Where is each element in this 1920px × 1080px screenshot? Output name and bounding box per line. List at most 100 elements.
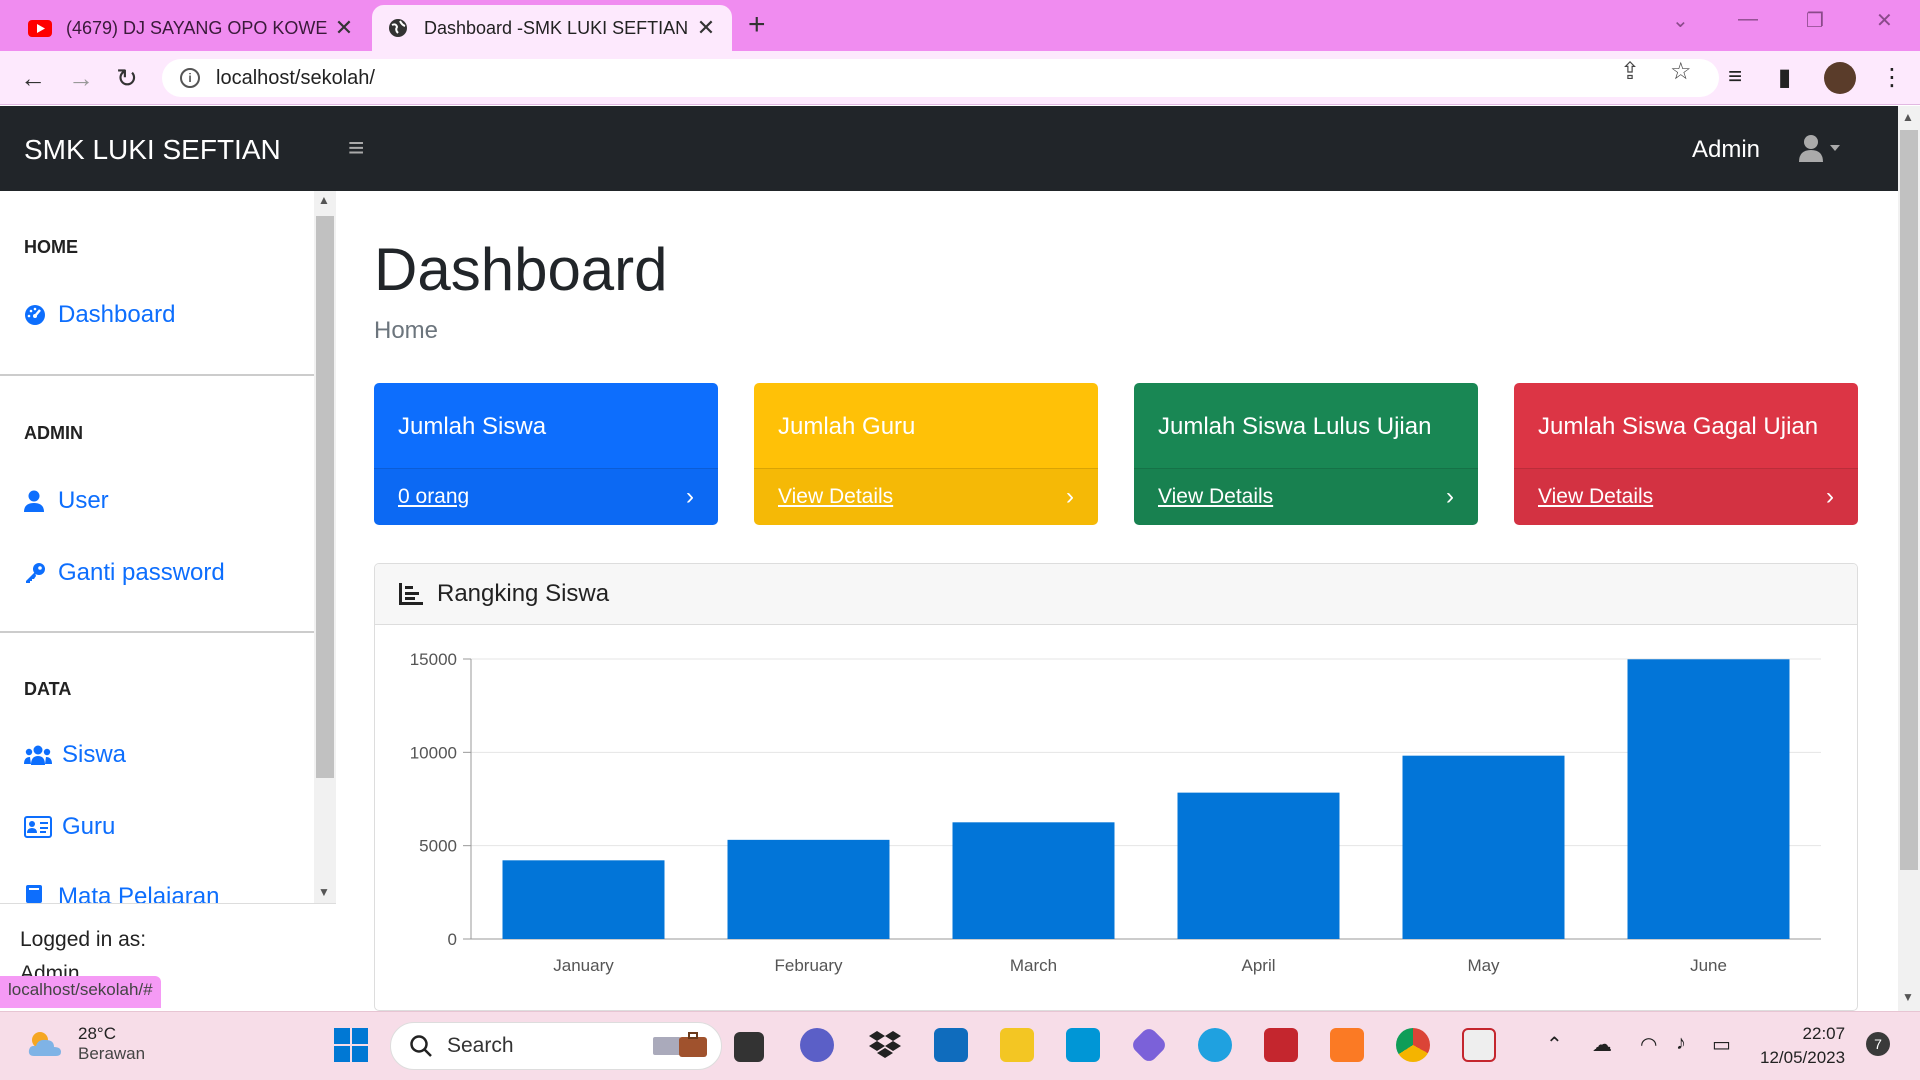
card-link[interactable]: 0 orang	[398, 485, 469, 509]
card-footer[interactable]: 0 orang ›	[374, 469, 718, 525]
chrome-icon[interactable]	[1396, 1028, 1430, 1062]
user-dropdown-icon[interactable]	[1798, 134, 1844, 169]
key-icon	[24, 562, 50, 584]
myhp-icon[interactable]	[1066, 1028, 1100, 1062]
globe-icon	[386, 19, 410, 37]
minimize-icon[interactable]: —	[1738, 8, 1758, 31]
sidebar-item-user[interactable]: User	[24, 487, 109, 515]
profile-avatar[interactable]	[1824, 62, 1856, 94]
mail-icon[interactable]	[934, 1028, 968, 1062]
site-info-icon[interactable]: i	[180, 68, 200, 88]
y-tick-label: 0	[448, 930, 457, 949]
brand[interactable]: SMK LUKI SEFTIAN	[24, 134, 281, 166]
tab-title: (4679) DJ SAYANG OPO KOWE KE	[66, 17, 332, 38]
chart-bar	[502, 860, 665, 939]
notification-badge[interactable]: 7	[1866, 1032, 1890, 1056]
access-icon[interactable]	[1264, 1028, 1298, 1062]
sidebar-scrollbar-thumb[interactable]	[316, 216, 334, 778]
browser-tab-youtube[interactable]: (4679) DJ SAYANG OPO KOWE KE ✕	[14, 5, 370, 51]
volume-icon[interactable]: ♪	[1676, 1032, 1686, 1055]
bar-chart: 0 5000 10000 15000 January February March April…	[410, 650, 1821, 975]
clock-time: 22:07	[1802, 1024, 1846, 1043]
close-window-icon[interactable]: ✕	[1876, 8, 1893, 33]
close-tab-icon[interactable]: ✕	[332, 15, 356, 41]
chart-bar	[727, 839, 890, 939]
card-footer[interactable]: View Details ›	[1134, 469, 1478, 525]
search-icon	[409, 1034, 433, 1058]
windows-start-icon[interactable]	[334, 1028, 368, 1062]
card-jumlah-siswa: Jumlah Siswa 0 orang ›	[374, 383, 718, 525]
sidebar-item-siswa[interactable]: Siswa	[24, 741, 126, 769]
sidebar-divider	[0, 374, 314, 376]
chart-header: Rangking Siswa	[375, 564, 1857, 625]
battery-icon[interactable]: ▭	[1712, 1032, 1731, 1057]
share-icon[interactable]: ⇪	[1620, 57, 1640, 86]
weather-widget[interactable]: 28°C Berawan	[26, 1024, 145, 1064]
briefcase-icon	[651, 1031, 709, 1061]
card-footer[interactable]: View Details ›	[754, 469, 1098, 525]
system-clock[interactable]: 22:07 12/05/2023	[1760, 1022, 1845, 1070]
x-tick-label: February	[774, 956, 843, 975]
tab-search-icon[interactable]: ⌄	[1672, 8, 1689, 33]
card-link[interactable]: View Details	[778, 485, 893, 509]
tachometer-icon	[24, 304, 50, 326]
y-tick-label: 5000	[419, 837, 457, 856]
card-title: Jumlah Siswa Gagal Ujian	[1514, 383, 1858, 469]
taskbar-search[interactable]: Search	[390, 1022, 722, 1070]
restore-icon[interactable]: ❐	[1806, 8, 1824, 33]
x-tick-label: March	[1010, 956, 1057, 975]
reload-icon[interactable]: ↻	[116, 63, 138, 94]
navbar-user-name: Admin	[1692, 136, 1761, 163]
edge-icon[interactable]	[1198, 1028, 1232, 1062]
snipping-tool-icon[interactable]	[1462, 1028, 1496, 1062]
chevron-right-icon: ›	[1826, 483, 1834, 510]
page-scrollbar-thumb[interactable]	[1900, 130, 1918, 870]
main-content: Dashboard Home Jumlah Siswa 0 orang › Ju…	[336, 191, 1898, 1011]
chart-bar	[1402, 755, 1565, 939]
close-tab-icon[interactable]: ✕	[694, 15, 718, 41]
chart-card: Rangking Siswa 0 5000 10000 15000 January Feb…	[374, 563, 1858, 1011]
media-playlist-icon[interactable]: ≡	[1728, 63, 1742, 91]
sidebar-heading-admin: ADMIN	[24, 423, 83, 443]
sidebar-heading-home: HOME	[24, 237, 78, 257]
chevron-right-icon: ›	[1066, 483, 1074, 510]
copilot-icon[interactable]	[1129, 1025, 1169, 1065]
browser-tab-dashboard[interactable]: Dashboard -SMK LUKI SEFTIAN ✕	[372, 5, 732, 51]
card-link[interactable]: View Details	[1158, 485, 1273, 509]
card-link[interactable]: View Details	[1538, 485, 1653, 509]
sidebar-heading-data: DATA	[24, 679, 72, 699]
sidebar-item-guru[interactable]: Guru	[24, 813, 115, 841]
sidebar-toggle-icon[interactable]: ≡	[348, 132, 364, 164]
page-scroll-up-icon[interactable]: ▲	[1902, 110, 1914, 124]
address-bar[interactable]: i localhost/sekolah/	[162, 59, 1719, 97]
bookmark-star-icon[interactable]: ☆	[1670, 57, 1692, 86]
side-panel-icon[interactable]: ▮	[1778, 63, 1791, 92]
onedrive-icon[interactable]: ☁	[1592, 1032, 1612, 1057]
chart-bar	[1627, 659, 1790, 939]
teams-chat-icon[interactable]	[800, 1028, 834, 1062]
weather-temp: 28°C	[78, 1024, 116, 1043]
browser-menu-icon[interactable]: ⋮	[1880, 63, 1904, 92]
dropbox-icon[interactable]	[868, 1028, 902, 1062]
back-icon[interactable]: ←	[20, 63, 46, 94]
file-explorer-icon[interactable]	[1000, 1028, 1034, 1062]
scroll-down-arrow-icon[interactable]: ▼	[318, 885, 330, 899]
browser-toolbar: ← → ↻ i localhost/sekolah/ ⇪ ☆ ≡ ▮ ⋮	[0, 51, 1920, 105]
sidebar-item-ganti-password[interactable]: Ganti password	[24, 559, 225, 587]
chevron-right-icon: ›	[1446, 483, 1454, 510]
sidebar-item-dashboard[interactable]: Dashboard	[24, 301, 175, 329]
sidebar-item-mata-pelajaran[interactable]: Mata Pelajaran	[24, 883, 219, 903]
sidebar-item-label: Siswa	[62, 741, 127, 768]
xampp-icon[interactable]	[1330, 1028, 1364, 1062]
show-hidden-icons[interactable]: ⌃	[1546, 1032, 1563, 1057]
scroll-up-arrow-icon[interactable]: ▲	[318, 193, 330, 207]
wifi-icon[interactable]: ◠	[1640, 1032, 1657, 1057]
new-tab-button[interactable]: +	[748, 8, 766, 42]
card-footer[interactable]: View Details ›	[1514, 469, 1858, 525]
forward-icon[interactable]: →	[68, 63, 94, 94]
y-tick-label: 15000	[410, 650, 457, 669]
x-tick-label: May	[1467, 956, 1500, 975]
page-scroll-down-icon[interactable]: ▼	[1902, 990, 1914, 1004]
task-view-icon[interactable]	[734, 1032, 764, 1062]
card-jumlah-guru: Jumlah Guru View Details ›	[754, 383, 1098, 525]
